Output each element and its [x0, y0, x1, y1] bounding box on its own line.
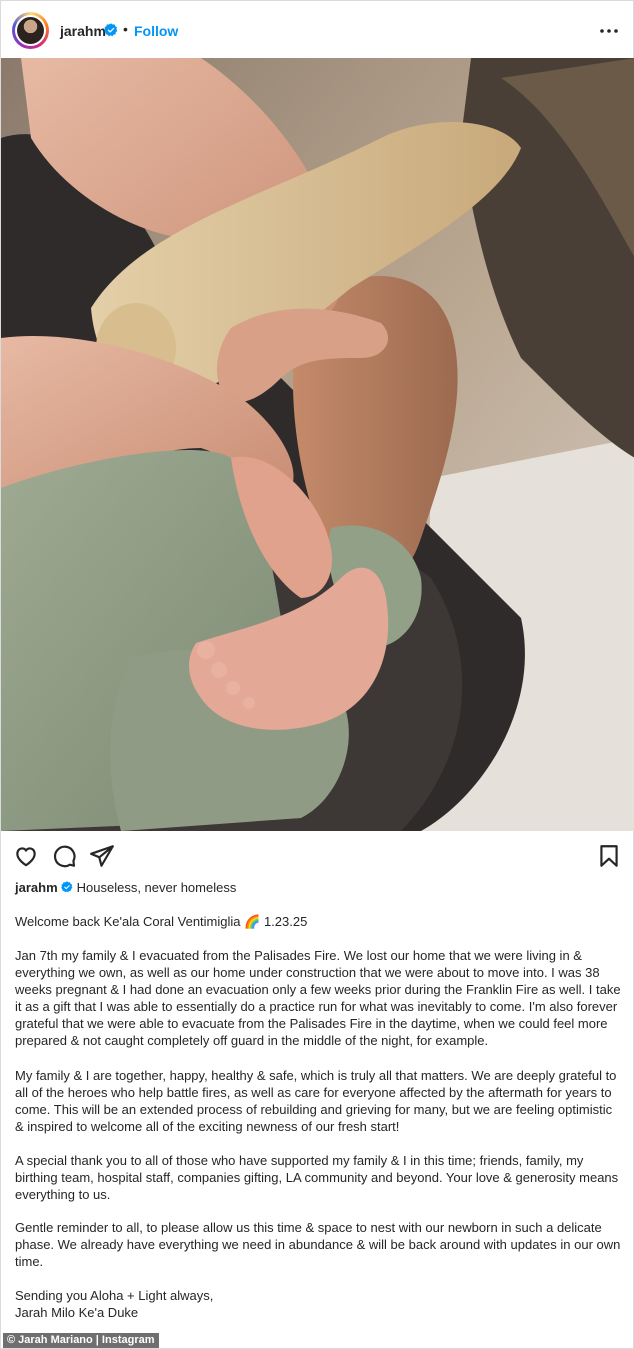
more-options-icon[interactable] [597, 22, 621, 40]
caption-header: jarahm Houseless, never homeless [15, 878, 621, 896]
instagram-post: jarahm • Follow jarahm Houseless, never … [0, 0, 634, 1349]
caption-headline: Houseless, never homeless [76, 879, 237, 895]
photo-illustration [1, 58, 634, 831]
avatar[interactable] [12, 12, 49, 49]
signoff-line-1: Sending you Aloha + Light always, [15, 1288, 214, 1303]
caption-paragraph-1: Jan 7th my family & I evacuated from the… [15, 948, 621, 1048]
avatar-image [17, 17, 44, 44]
comment-icon[interactable] [51, 843, 77, 869]
verified-badge-icon [104, 23, 118, 37]
verified-badge-icon [60, 881, 73, 893]
heart-icon[interactable] [13, 843, 39, 869]
post-header: jarahm • Follow [1, 1, 633, 58]
welcome-text: Welcome back Ke'ala Coral Ventimiglia [15, 914, 241, 929]
post-caption: jarahm Houseless, never homeless Welcome… [15, 878, 621, 1321]
caption-paragraph-3: A special thank you to all of those who … [15, 1153, 619, 1202]
caption-welcome: Welcome back Ke'ala Coral Ventimiglia 🌈 … [15, 913, 307, 930]
welcome-date: 1.23.25 [263, 914, 308, 929]
share-icon[interactable] [89, 843, 115, 869]
separator-dot: • [123, 21, 128, 37]
follow-button[interactable]: Follow [134, 23, 178, 39]
rainbow-emoji-icon: 🌈 [244, 914, 261, 929]
caption-signoff: Sending you Aloha + Light always, Jarah … [15, 1287, 213, 1321]
bookmark-icon[interactable] [596, 843, 622, 869]
caption-username[interactable]: jarahm [15, 879, 58, 896]
caption-paragraph-2: My family & I are together, happy, healt… [15, 1068, 617, 1134]
signoff-line-2: Jarah Milo Ke'a Duke [15, 1305, 139, 1320]
username[interactable]: jarahm [60, 23, 106, 39]
post-image[interactable] [1, 58, 634, 831]
photo-credit: © Jarah Mariano | Instagram [3, 1333, 159, 1348]
post-actions [1, 831, 634, 881]
caption-paragraph-4: Gentle reminder to all, to please allow … [15, 1220, 621, 1269]
